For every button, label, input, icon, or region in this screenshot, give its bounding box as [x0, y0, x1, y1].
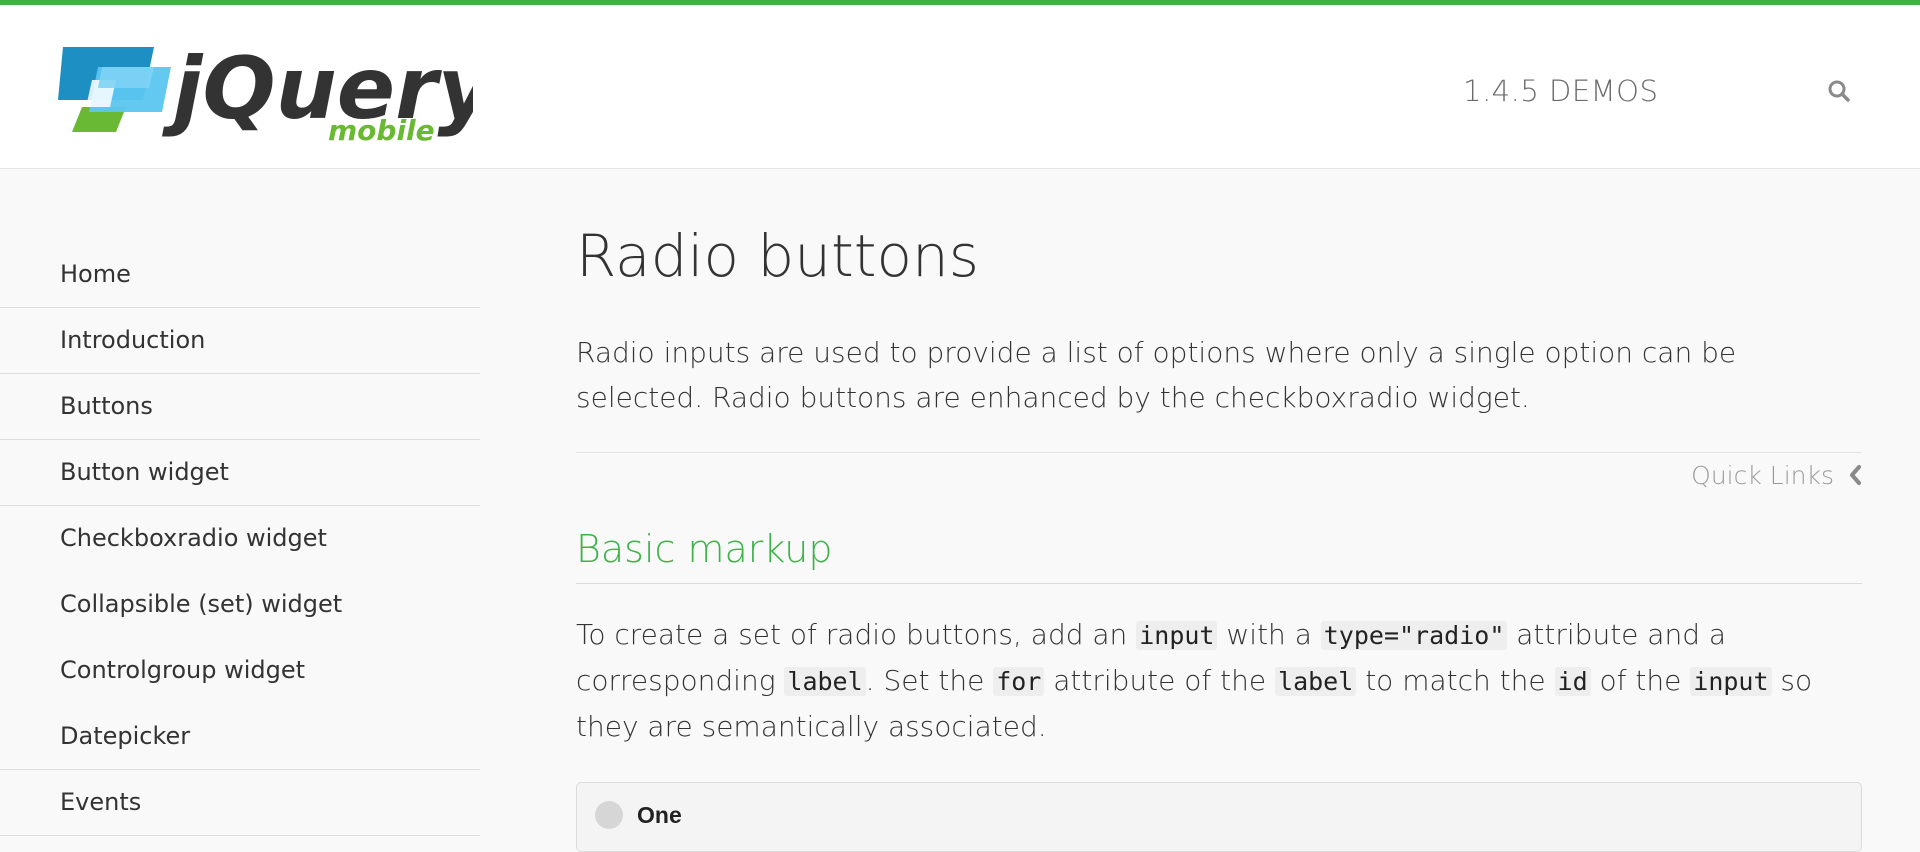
sidebar-item-controlgroup-widget[interactable]: Controlgroup widget	[0, 638, 480, 704]
divider	[576, 452, 1862, 453]
code-input: input	[1690, 667, 1772, 696]
code-for: for	[993, 667, 1045, 696]
text-span: To create a set of radio buttons, add an	[576, 618, 1137, 651]
logo-sub: mobile	[328, 114, 435, 145]
sidebar-item-checkboxradio-widget[interactable]: Checkboxradio widget	[0, 506, 480, 572]
page-title: Radio buttons	[576, 222, 979, 290]
sidebar-item-buttons[interactable]: Buttons	[0, 374, 480, 440]
text-span: of the	[1590, 664, 1691, 697]
sidebar-item-home[interactable]: Home	[0, 242, 480, 308]
code-input: input	[1136, 621, 1218, 650]
intro-paragraph: Radio inputs are used to provide a list …	[576, 336, 1737, 414]
chevron-left-icon	[1850, 465, 1861, 485]
code-label: label	[1275, 667, 1357, 696]
code-label: label	[784, 667, 866, 696]
quick-links-toggle[interactable]: Quick Links	[1691, 460, 1862, 490]
jquery-mobile-logo[interactable]: jQuery mobile	[58, 40, 473, 145]
sidebar-nav: Home Introduction Buttons Button widget …	[0, 242, 480, 836]
sidebar-item-events[interactable]: Events	[0, 770, 480, 836]
radio-option-label: One	[637, 802, 682, 828]
sidebar-item-introduction[interactable]: Introduction	[0, 308, 480, 374]
header: jQuery mobile 1.4.5 DEMOS	[0, 5, 1920, 169]
radio-circle-icon	[595, 801, 623, 829]
search-button[interactable]	[1825, 77, 1855, 107]
sidebar-item-datepicker[interactable]: Datepicker	[0, 704, 480, 770]
code-type-radio: type="radio"	[1320, 621, 1508, 650]
search-icon	[1828, 80, 1850, 102]
text-span: with a	[1217, 618, 1321, 651]
logo-mark-icon	[58, 47, 171, 132]
text-span: attribute of the	[1044, 664, 1276, 697]
markup-paragraph: To create a set of radio buttons, add an…	[576, 612, 1866, 749]
sidebar-item-button-widget[interactable]: Button widget	[0, 440, 480, 506]
radio-option-one[interactable]: One	[576, 782, 1862, 852]
sidebar-item-collapsible-widget[interactable]: Collapsible (set) widget	[0, 572, 480, 638]
version-label[interactable]: 1.4.5 DEMOS	[1463, 74, 1658, 108]
text-span: . Set the	[865, 664, 994, 697]
section-title: Basic markup	[576, 527, 833, 571]
section-divider	[576, 583, 1862, 584]
code-id: id	[1554, 667, 1591, 696]
text-span: to match the	[1356, 664, 1555, 697]
quick-links-label: Quick Links	[1691, 460, 1834, 490]
